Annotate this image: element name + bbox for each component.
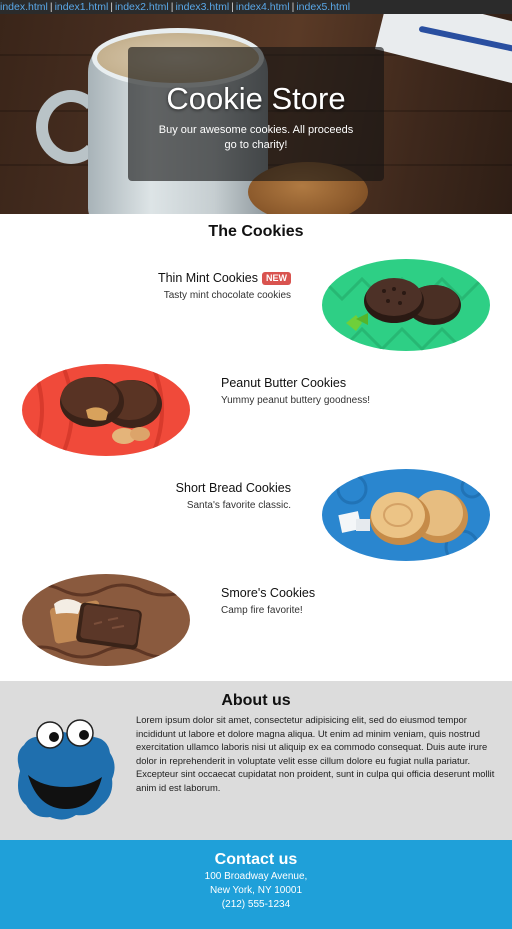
about-heading: About us	[221, 692, 291, 709]
about-section: About us Lorem ipsum dolor sit amet, con…	[0, 681, 512, 840]
cookie-title-peanut-butter: Peanut Butter Cookies	[221, 376, 347, 390]
cookie-monster-image	[17, 719, 115, 820]
nav-link-index2[interactable]: index2.html	[115, 1, 169, 13]
cookie-description: Tasty mint chocolate cookies	[163, 290, 291, 301]
short-bread-cookie-image[interactable]	[322, 469, 490, 561]
cookie-name: Thin Mint Cookies	[157, 271, 258, 285]
nav-separator: |	[231, 1, 234, 13]
peanut-butter-cookie-image[interactable]	[22, 364, 190, 456]
cookie-title-thin-mint: Thin Mint Cookies NEW	[158, 270, 291, 286]
cookies-heading: The Cookies	[208, 223, 304, 240]
thin-mint-illustration	[322, 259, 490, 351]
cookie-description: Yummy peanut buttery goodness!	[221, 395, 370, 406]
thin-mint-cookie-image[interactable]	[322, 259, 490, 351]
cookie-title-short-bread: Short Bread Cookies	[175, 481, 291, 495]
cookie-description: Santa's favorite classic.	[186, 500, 291, 511]
address-line-1: 100 Broadway Avenue,	[204, 871, 308, 882]
peanut-butter-illustration	[22, 364, 190, 456]
phone-number[interactable]: (212) 555-1234	[0, 898, 512, 912]
contact-heading: Contact us	[214, 851, 298, 868]
nav-link-index4[interactable]: index4.html	[236, 1, 290, 13]
nav-link-index1[interactable]: index1.html	[55, 1, 109, 13]
smores-illustration	[22, 574, 190, 666]
cookie-title-smores: Smore's Cookies	[221, 586, 316, 600]
about-text: Lorem ipsum dolor sit amet, consectetur …	[136, 714, 495, 793]
new-badge: NEW	[262, 272, 291, 285]
nav-separator: |	[49, 1, 53, 13]
smores-cookie-image[interactable]	[22, 574, 190, 666]
nav-link-index[interactable]: index.html	[0, 1, 48, 13]
hero-title: Cookie Store	[166, 81, 346, 116]
top-nav: index.html | index1.html | index2.html | index…	[0, 0, 512, 14]
paper-image	[374, 14, 512, 86]
cookie-description: Camp fire favorite!	[221, 605, 303, 616]
hero-panel: Cookie Store Buy our awesome cookies. Al…	[128, 47, 384, 181]
contact-section: Contact us 100 Broadway Avenue, New York…	[0, 840, 512, 929]
address-line-2: New York, NY 10001	[209, 885, 303, 896]
hero-banner: Cookie Store Buy our awesome cookies. Al…	[0, 14, 512, 214]
nav-link-index3[interactable]: index3.html	[175, 1, 229, 13]
hero-subtitle: Buy our awesome cookies. All proceeds go…	[158, 124, 354, 151]
nav-link-index5[interactable]: index5.html	[296, 1, 350, 13]
short-bread-illustration	[322, 469, 490, 561]
